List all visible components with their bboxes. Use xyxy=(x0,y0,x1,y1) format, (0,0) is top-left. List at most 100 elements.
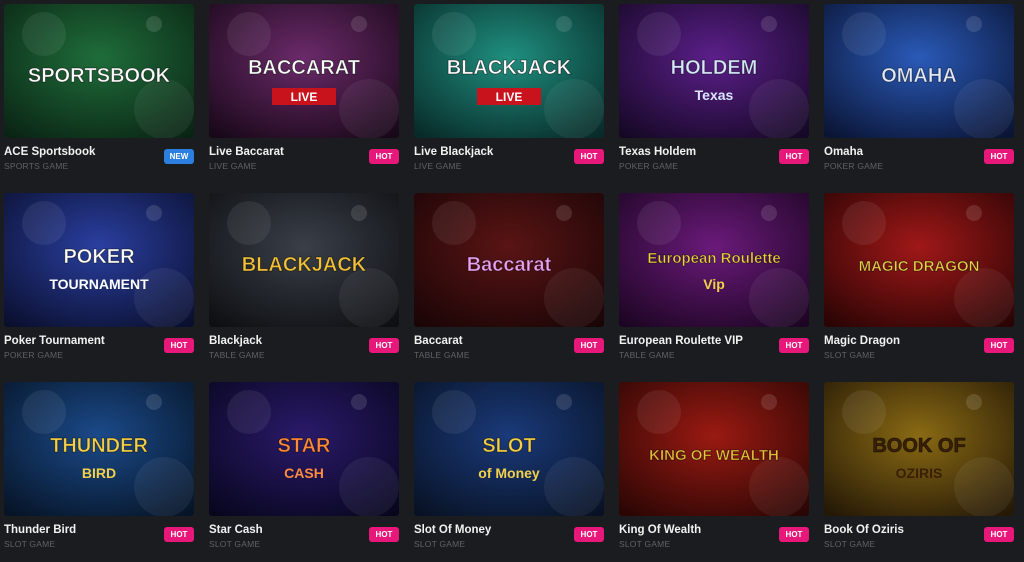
game-category: SLOT GAME xyxy=(4,539,56,549)
game-name[interactable]: Slot Of Money xyxy=(414,524,564,536)
hot-badge: HOT xyxy=(779,149,809,164)
game-card[interactable]: HOLDEM Texas Texas Holdem POKER GAME HOT xyxy=(619,4,809,184)
thumbnail-title: MAGIC DRAGON xyxy=(859,258,980,275)
game-card[interactable]: BACCARAT LIVE Live Baccarat LIVE GAME HOT xyxy=(209,4,399,184)
game-thumbnail[interactable]: STAR CASH xyxy=(209,382,399,516)
game-card[interactable]: SPORTSBOOK ACE Sportsbook SPORTS GAME NEW xyxy=(4,4,194,184)
game-category: LIVE GAME xyxy=(414,161,462,171)
game-name[interactable]: Live Blackjack xyxy=(414,146,564,158)
game-category: SLOT GAME xyxy=(824,539,876,549)
game-name[interactable]: Book Of Oziris xyxy=(824,524,974,536)
thumbnail-title: SPORTSBOOK xyxy=(28,65,171,87)
hot-badge: HOT xyxy=(164,338,194,353)
thumbnail-title: Baccarat xyxy=(467,254,552,276)
game-thumbnail[interactable]: European Roulette Vip xyxy=(619,193,809,327)
thumbnail-title: SLOT xyxy=(482,435,535,457)
game-category: SLOT GAME xyxy=(619,539,671,549)
game-thumbnail[interactable]: POKER TOURNAMENT xyxy=(4,193,194,327)
game-thumbnail[interactable]: THUNDER BIRD xyxy=(4,382,194,516)
thumbnail-title: BOOK OF xyxy=(872,435,965,457)
game-category: TABLE GAME xyxy=(619,350,675,360)
thumbnail-title: OMAHA xyxy=(881,65,957,87)
hot-badge: HOT xyxy=(779,527,809,542)
game-category: SLOT GAME xyxy=(824,350,876,360)
game-category: SLOT GAME xyxy=(209,539,261,549)
game-thumbnail[interactable]: KING OF WEALTH xyxy=(619,382,809,516)
game-name[interactable]: Texas Holdem xyxy=(619,146,769,158)
game-card[interactable]: BLACKJACK LIVE Live Blackjack LIVE GAME HOT xyxy=(414,4,604,184)
game-name[interactable]: Omaha xyxy=(824,146,974,158)
thumbnail-subtitle: Texas xyxy=(695,87,734,103)
game-name[interactable]: Blackjack xyxy=(209,335,359,347)
game-card[interactable]: KING OF WEALTH King Of Wealth SLOT GAME HOT xyxy=(619,382,809,562)
game-card[interactable]: OMAHA Omaha POKER GAME HOT xyxy=(824,4,1014,184)
hot-badge: HOT xyxy=(574,338,604,353)
game-name[interactable]: King Of Wealth xyxy=(619,524,769,536)
hot-badge: HOT xyxy=(369,527,399,542)
game-card[interactable]: Baccarat Baccarat TABLE GAME HOT xyxy=(414,193,604,373)
game-thumbnail[interactable]: Baccarat xyxy=(414,193,604,327)
game-name[interactable]: European Roulette VIP xyxy=(619,335,769,347)
game-name[interactable]: Star Cash xyxy=(209,524,359,536)
game-name[interactable]: Live Baccarat xyxy=(209,146,359,158)
thumbnail-subtitle: TOURNAMENT xyxy=(49,276,149,292)
thumbnail-subtitle: BIRD xyxy=(82,465,116,481)
thumbnail-subtitle: OZIRIS xyxy=(896,465,943,481)
thumbnail-title: BLACKJACK xyxy=(242,254,367,276)
game-name[interactable]: Poker Tournament xyxy=(4,335,154,347)
game-card[interactable]: STAR CASH Star Cash SLOT GAME HOT xyxy=(209,382,399,562)
thumbnail-subtitle: Vip xyxy=(703,276,725,292)
thumbnail-title: BACCARAT xyxy=(248,57,360,79)
hot-badge: HOT xyxy=(164,527,194,542)
hot-badge: HOT xyxy=(574,527,604,542)
game-category: POKER GAME xyxy=(824,161,884,171)
game-name[interactable]: Magic Dragon xyxy=(824,335,974,347)
hot-badge: HOT xyxy=(369,149,399,164)
game-name[interactable]: ACE Sportsbook xyxy=(4,146,154,158)
game-thumbnail[interactable]: BLACKJACK LIVE xyxy=(414,4,604,138)
game-category: SPORTS GAME xyxy=(4,161,69,171)
thumbnail-title: STAR xyxy=(278,435,332,457)
game-category: POKER GAME xyxy=(4,350,64,360)
thumbnail-title: BLACKJACK xyxy=(447,57,572,79)
thumbnail-title: THUNDER xyxy=(50,435,148,457)
game-grid: SPORTSBOOK ACE Sportsbook SPORTS GAME NEW BA… xyxy=(0,0,1024,550)
game-thumbnail[interactable]: HOLDEM Texas xyxy=(619,4,809,138)
game-category: POKER GAME xyxy=(619,161,679,171)
game-thumbnail[interactable]: SPORTSBOOK xyxy=(4,4,194,138)
game-category: SLOT GAME xyxy=(414,539,466,549)
hot-badge: HOT xyxy=(574,149,604,164)
hot-badge: HOT xyxy=(369,338,399,353)
thumbnail-title: POKER xyxy=(63,246,135,268)
game-thumbnail[interactable]: OMAHA xyxy=(824,4,1014,138)
thumbnail-subtitle: LIVE xyxy=(496,90,523,104)
game-thumbnail[interactable]: MAGIC DRAGON xyxy=(824,193,1014,327)
game-card[interactable]: SLOT of Money Slot Of Money SLOT GAME HOT xyxy=(414,382,604,562)
game-thumbnail[interactable]: SLOT of Money xyxy=(414,382,604,516)
game-category: TABLE GAME xyxy=(414,350,470,360)
thumbnail-title: European Roulette xyxy=(647,250,780,267)
hot-badge: HOT xyxy=(984,527,1014,542)
game-card[interactable]: MAGIC DRAGON Magic Dragon SLOT GAME HOT xyxy=(824,193,1014,373)
hot-badge: HOT xyxy=(984,149,1014,164)
game-card[interactable]: BLACKJACK Blackjack TABLE GAME HOT xyxy=(209,193,399,373)
game-thumbnail[interactable]: BACCARAT LIVE xyxy=(209,4,399,138)
game-card[interactable]: POKER TOURNAMENT Poker Tournament POKER GAM… xyxy=(4,193,194,373)
game-name[interactable]: Thunder Bird xyxy=(4,524,154,536)
game-card[interactable]: BOOK OF OZIRIS Book Of Oziris SLOT GAME HOT xyxy=(824,382,1014,562)
game-card[interactable]: THUNDER BIRD Thunder Bird SLOT GAME HOT xyxy=(4,382,194,562)
thumbnail-title: HOLDEM xyxy=(671,57,758,79)
thumbnail-subtitle: LIVE xyxy=(291,90,318,104)
hot-badge: HOT xyxy=(779,338,809,353)
game-category: LIVE GAME xyxy=(209,161,257,171)
game-thumbnail[interactable]: BOOK OF OZIRIS xyxy=(824,382,1014,516)
thumbnail-subtitle: of Money xyxy=(478,465,540,481)
hot-badge: HOT xyxy=(984,338,1014,353)
new-badge: NEW xyxy=(164,149,194,164)
game-category: TABLE GAME xyxy=(209,350,265,360)
game-name[interactable]: Baccarat xyxy=(414,335,564,347)
game-thumbnail[interactable]: BLACKJACK xyxy=(209,193,399,327)
thumbnail-subtitle: CASH xyxy=(284,465,324,481)
game-card[interactable]: European Roulette Vip European Roulette VI… xyxy=(619,193,809,373)
thumbnail-title: KING OF WEALTH xyxy=(649,447,779,464)
